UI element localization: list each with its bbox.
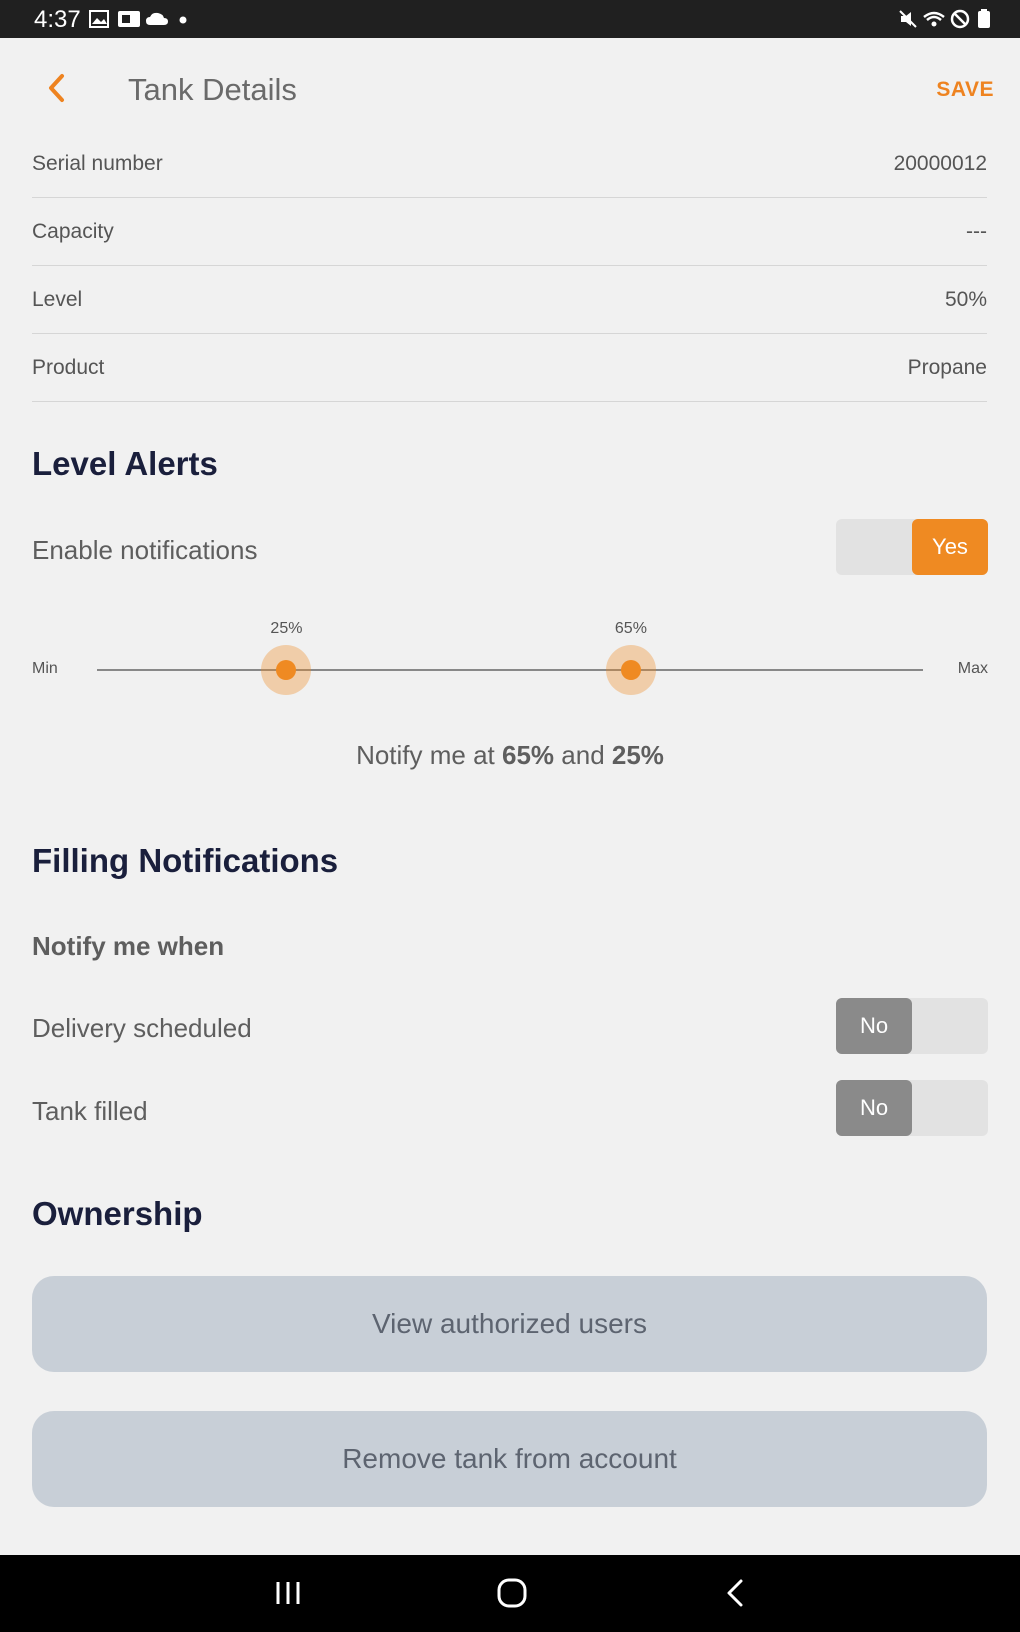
recents-button[interactable] <box>266 1573 310 1613</box>
enable-notifications-toggle[interactable]: Yes <box>836 519 988 575</box>
summary-prefix: Notify me at <box>356 740 502 770</box>
remove-tank-button[interactable]: Remove tank from account <box>32 1411 987 1507</box>
slider-high-handle[interactable] <box>605 645 656 695</box>
back-button[interactable] <box>40 70 76 106</box>
status-bar: 4:37 <box>0 0 1020 38</box>
status-time: 4:37 <box>34 6 81 33</box>
dot-icon <box>179 16 187 24</box>
slider-max-label: Max <box>957 660 988 677</box>
image-icon <box>89 10 109 28</box>
mute-icon <box>899 10 917 28</box>
detail-row-product: Product Propane <box>32 334 987 402</box>
detail-label: Serial number <box>32 152 163 175</box>
summary-high-value: 65% <box>502 740 555 770</box>
detail-row-serial: Serial number 20000012 <box>32 130 987 198</box>
slider-high-label: 65% <box>614 620 647 637</box>
page-title: Tank Details <box>128 72 297 107</box>
toggle-knob: No <box>836 1080 912 1136</box>
detail-value: 20000012 <box>893 152 987 175</box>
back-icon <box>727 1579 743 1607</box>
home-icon <box>497 1578 527 1608</box>
detail-label: Product <box>32 356 105 379</box>
notify-summary: Notify me at 65% and 25% <box>0 740 1020 771</box>
delivery-scheduled-toggle[interactable]: No <box>836 998 988 1054</box>
detail-row-level: Level 50% <box>32 266 987 334</box>
system-back-button[interactable] <box>714 1573 758 1613</box>
recents-icon <box>276 1582 300 1604</box>
view-authorized-users-button[interactable]: View authorized users <box>32 1276 987 1372</box>
status-notification-icons <box>89 10 187 28</box>
toggle-knob: No <box>836 998 912 1054</box>
wifi-icon <box>923 11 945 27</box>
detail-value: --- <box>966 220 987 243</box>
detail-label: Level <box>32 288 83 311</box>
cloud-icon <box>146 12 168 25</box>
slider-track <box>97 669 923 671</box>
level-alerts-heading: Level Alerts <box>32 445 218 482</box>
save-button[interactable]: SAVE <box>936 78 994 102</box>
level-range-slider[interactable]: Min 25% 65% Max <box>0 610 1020 700</box>
dnd-icon <box>950 9 970 29</box>
notify-me-when-label: Notify me when <box>32 931 225 961</box>
tank-filled-label: Tank filled <box>32 1096 148 1126</box>
filling-notifications-heading: Filling Notifications <box>32 842 339 879</box>
system-nav-bar <box>0 1555 1020 1632</box>
enable-notifications-label: Enable notifications <box>32 535 258 565</box>
detail-value: 50% <box>944 288 987 311</box>
detail-value: Propane <box>907 356 987 379</box>
detail-label: Capacity <box>32 220 114 243</box>
status-system-icons <box>899 9 990 29</box>
slider-handle-dot <box>620 660 641 680</box>
home-button[interactable] <box>490 1573 534 1613</box>
delivery-scheduled-label: Delivery scheduled <box>32 1013 252 1043</box>
chevron-left-icon <box>49 74 64 102</box>
slider-low-handle[interactable] <box>261 645 312 695</box>
slider-low-label: 25% <box>270 620 303 637</box>
slider-min-label: Min <box>32 660 58 677</box>
teams-icon <box>118 11 140 27</box>
slider-handle-dot <box>276 660 297 680</box>
summary-low-value: 25% <box>611 740 664 770</box>
summary-mid: and <box>554 740 612 770</box>
tank-filled-toggle[interactable]: No <box>836 1080 988 1136</box>
ownership-heading: Ownership <box>32 1195 203 1232</box>
detail-row-capacity: Capacity --- <box>32 198 987 266</box>
toggle-knob: Yes <box>912 519 988 575</box>
battery-icon <box>978 9 990 28</box>
